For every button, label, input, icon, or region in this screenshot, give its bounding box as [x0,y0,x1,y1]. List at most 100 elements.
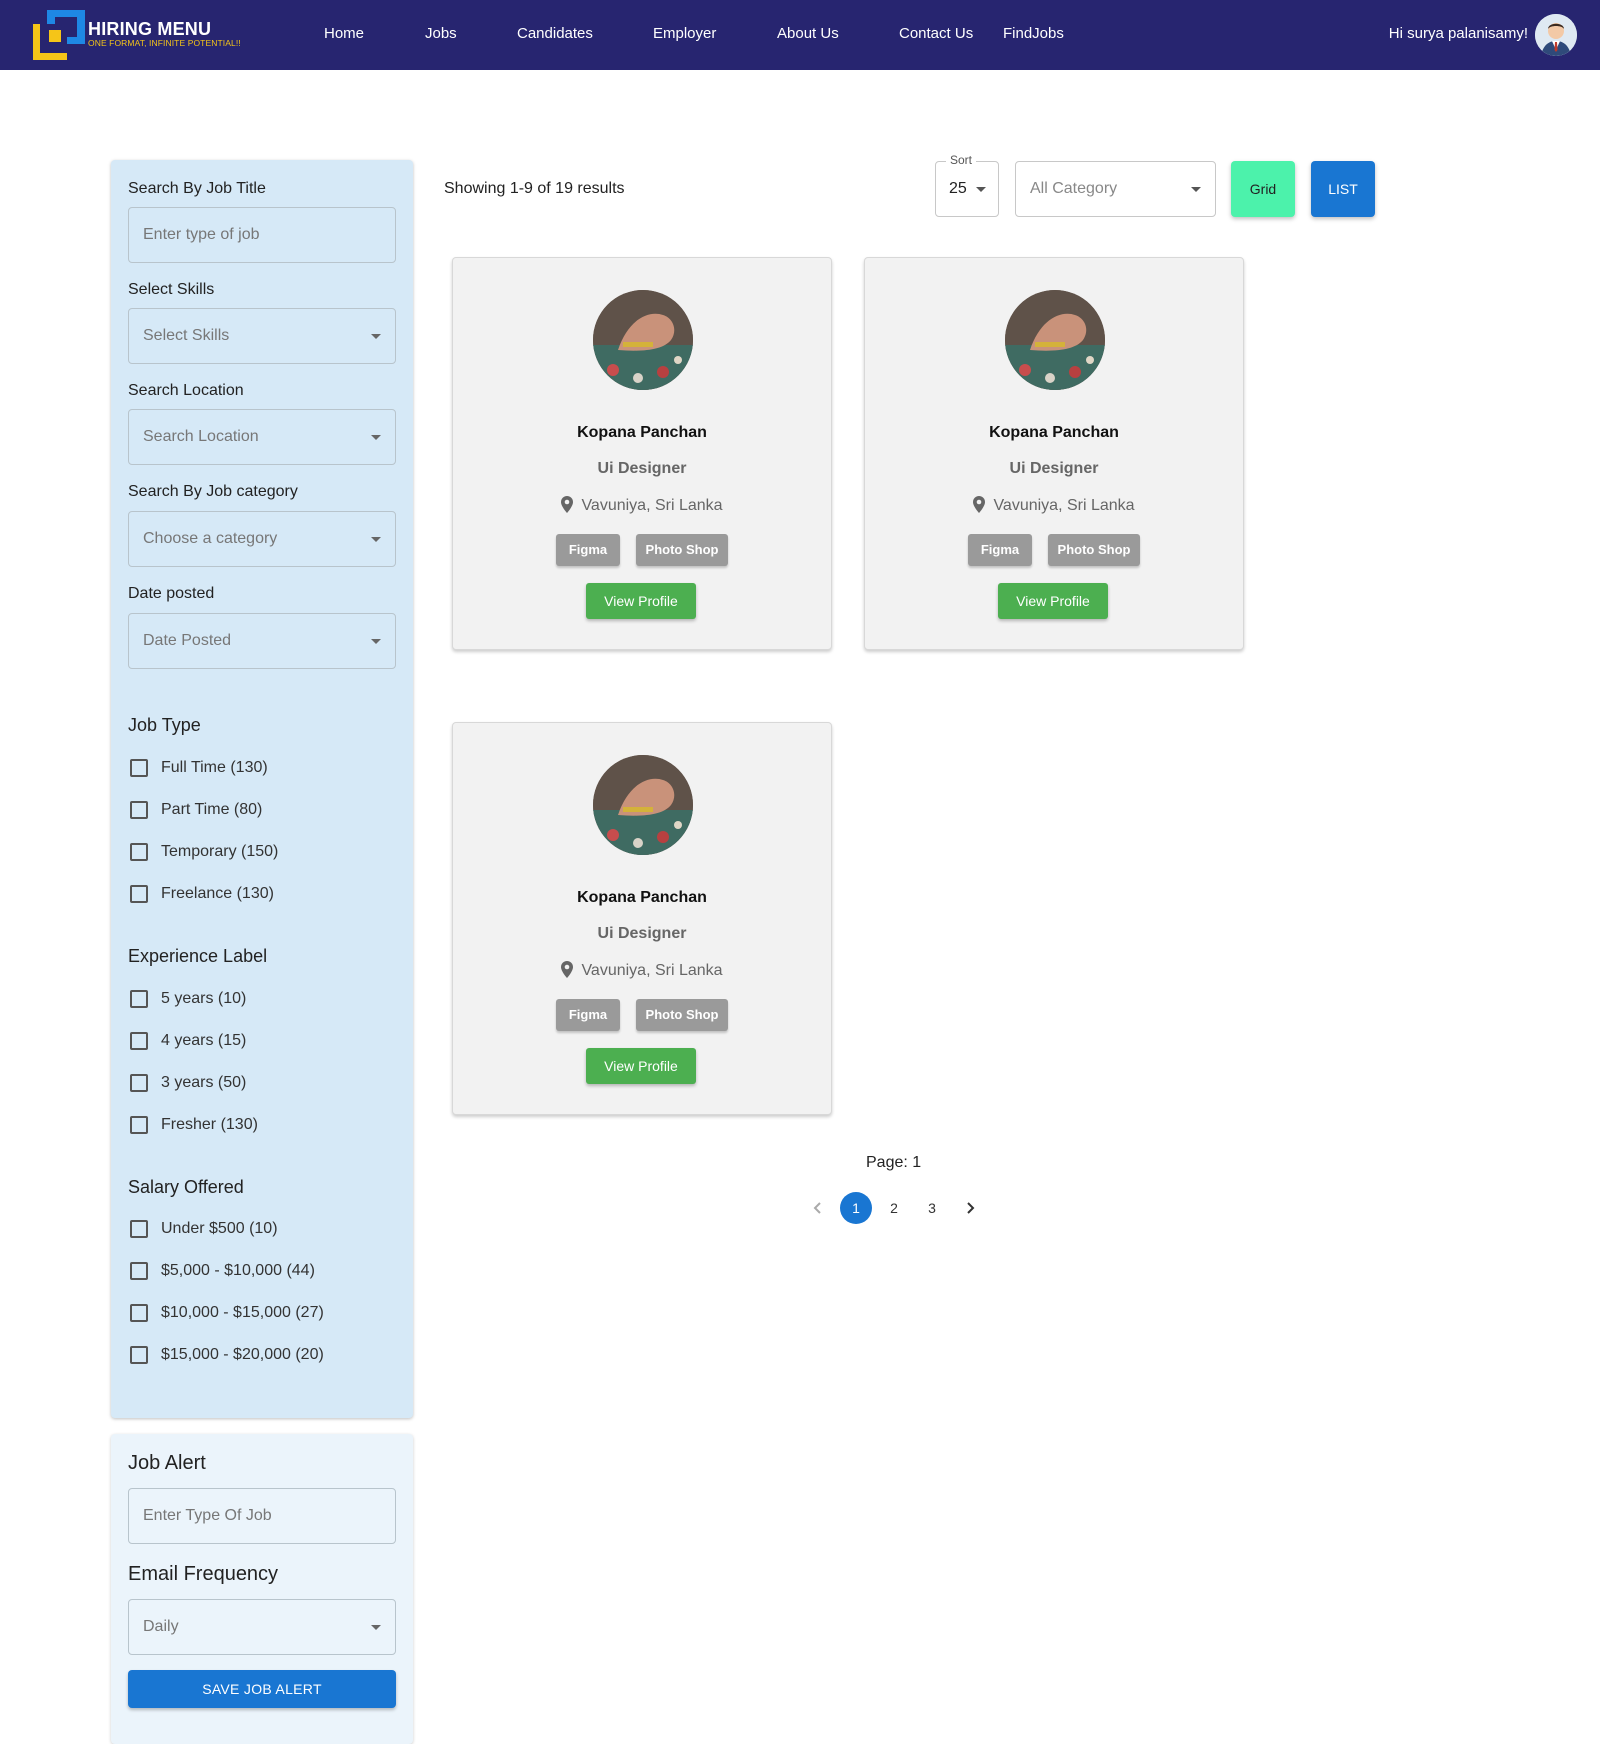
job-title-input[interactable]: Enter type of job [128,207,396,263]
checkbox[interactable] [130,1262,148,1280]
candidate-location-text: Vavuniya, Sri Lanka [993,497,1135,514]
job-type-option[interactable]: Full Time (130) [128,756,396,780]
checkbox[interactable] [130,1346,148,1364]
skill-chip: Figma [556,534,620,566]
chevron-down-icon [371,537,381,542]
nav-contact-us[interactable]: Contact Us [899,25,973,42]
experience-option[interactable]: 4 years (15) [128,1029,396,1053]
job-type-option[interactable]: Freelance (130) [128,882,396,906]
view-profile-button[interactable]: View Profile [998,583,1108,619]
salary-option-label: Under $500 (10) [161,1220,278,1237]
experience-option[interactable]: 3 years (50) [128,1071,396,1095]
page-button-3[interactable]: 3 [916,1192,948,1224]
candidate-photo [593,290,693,390]
list-view-button[interactable]: LIST [1311,161,1375,217]
chevron-down-icon [1191,187,1201,192]
nav-about-us[interactable]: About Us [777,25,839,42]
checkbox[interactable] [130,1032,148,1050]
job-type-title: Job Type [128,715,201,735]
salary-option-label: $15,000 - $20,000 (20) [161,1346,324,1363]
date-posted-select[interactable]: Date Posted [128,613,396,669]
save-job-alert-button[interactable]: SAVE JOB ALERT [128,1670,396,1708]
page-button-2[interactable]: 2 [878,1192,910,1224]
chevron-down-icon [371,334,381,339]
view-profile-button[interactable]: View Profile [586,583,696,619]
candidate-location-text: Vavuniya, Sri Lanka [581,497,723,514]
date-posted-label: Date posted [128,585,215,602]
salary-option[interactable]: $5,000 - $10,000 (44) [128,1259,396,1283]
brand-logo-icon[interactable] [33,10,85,60]
job-type-option[interactable]: Part Time (80) [128,798,396,822]
chevron-left-icon [813,1202,821,1214]
skill-chip: Photo Shop [1048,534,1140,566]
checkbox[interactable] [130,1116,148,1134]
category-filter-value: All Category [1030,180,1118,197]
filter-panel: Search By Job Title Enter type of job Se… [111,160,413,1418]
salary-option[interactable]: $15,000 - $20,000 (20) [128,1343,396,1367]
salary-title: Salary Offered [128,1177,244,1197]
location-select[interactable]: Search Location [128,409,396,465]
checkbox[interactable] [130,1074,148,1092]
job-type-option-label: Temporary (150) [161,843,279,860]
candidate-card: Kopana Panchan Ui Designer Vavuniya, Sri… [864,257,1244,650]
results-count: Showing 1-9 of 19 results [444,180,625,197]
checkbox[interactable] [130,1304,148,1322]
category-select[interactable]: Choose a category [128,511,396,567]
candidate-card: Kopana Panchan Ui Designer Vavuniya, Sri… [452,722,832,1115]
nav-employer[interactable]: Employer [653,25,716,42]
skill-chip: Photo Shop [636,999,728,1031]
job-alert-input[interactable]: Enter Type Of Job [128,1488,396,1544]
skill-chip: Figma [556,999,620,1031]
nav-candidates[interactable]: Candidates [517,25,593,42]
job-type-option[interactable]: Temporary (150) [128,840,396,864]
checkbox[interactable] [130,801,148,819]
salary-option[interactable]: $10,000 - $15,000 (27) [128,1301,396,1325]
candidate-location: Vavuniya, Sri Lanka [453,961,831,980]
user-avatar[interactable] [1535,14,1577,56]
email-frequency-select[interactable]: Daily [128,1599,396,1655]
profile-photo-icon [593,290,693,390]
page-button-1[interactable]: 1 [840,1192,872,1224]
sort-select[interactable]: 25 [935,161,999,217]
checkbox[interactable] [130,843,148,861]
checkbox[interactable] [130,759,148,777]
candidate-name: Kopana Panchan [577,424,707,441]
profile-photo-icon [593,755,693,855]
nav-jobs[interactable]: Jobs [425,25,457,42]
candidate-location: Vavuniya, Sri Lanka [453,496,831,515]
checkbox[interactable] [130,990,148,1008]
experience-option-label: Fresher (130) [161,1116,258,1133]
job-alert-placeholder: Enter Type Of Job [143,1507,272,1524]
brand-name[interactable]: HIRING MENU [88,19,211,40]
candidate-role: Ui Designer [1009,460,1099,477]
experience-option[interactable]: 5 years (10) [128,987,396,1011]
profile-photo-icon [1005,290,1105,390]
checkbox[interactable] [130,1220,148,1238]
candidate-role: Ui Designer [597,925,687,942]
skill-chip: Figma [968,534,1032,566]
salary-option-label: $5,000 - $10,000 (44) [161,1262,315,1279]
grid-view-button[interactable]: Grid [1231,161,1295,217]
top-navbar: HIRING MENU ONE FORMAT, INFINITE POTENTI… [0,0,1600,70]
job-title-placeholder: Enter type of job [143,226,260,243]
user-avatar-icon [1535,14,1577,56]
skills-label: Select Skills [128,281,215,298]
nav-home[interactable]: Home [324,25,364,42]
nav-findjobs[interactable]: FindJobs [1003,25,1064,42]
next-page-button[interactable] [954,1192,986,1224]
email-frequency-title: Email Frequency [128,1563,279,1585]
salary-option[interactable]: Under $500 (10) [128,1217,396,1241]
job-type-option-label: Part Time (80) [161,801,263,818]
page-indicator: Page: 1 [866,1154,922,1171]
category-filter-select[interactable]: All Category [1015,161,1216,217]
view-profile-button[interactable]: View Profile [586,1048,696,1084]
prev-page-button[interactable] [802,1192,834,1224]
candidate-location-text: Vavuniya, Sri Lanka [581,962,723,979]
checkbox[interactable] [130,885,148,903]
experience-option[interactable]: Fresher (130) [128,1113,396,1137]
candidate-card: Kopana Panchan Ui Designer Vavuniya, Sri… [452,257,832,650]
location-pin-icon [973,496,986,513]
chevron-down-icon [976,187,986,192]
sort-value: 25 [949,180,967,197]
skills-select[interactable]: Select Skills [128,308,396,364]
